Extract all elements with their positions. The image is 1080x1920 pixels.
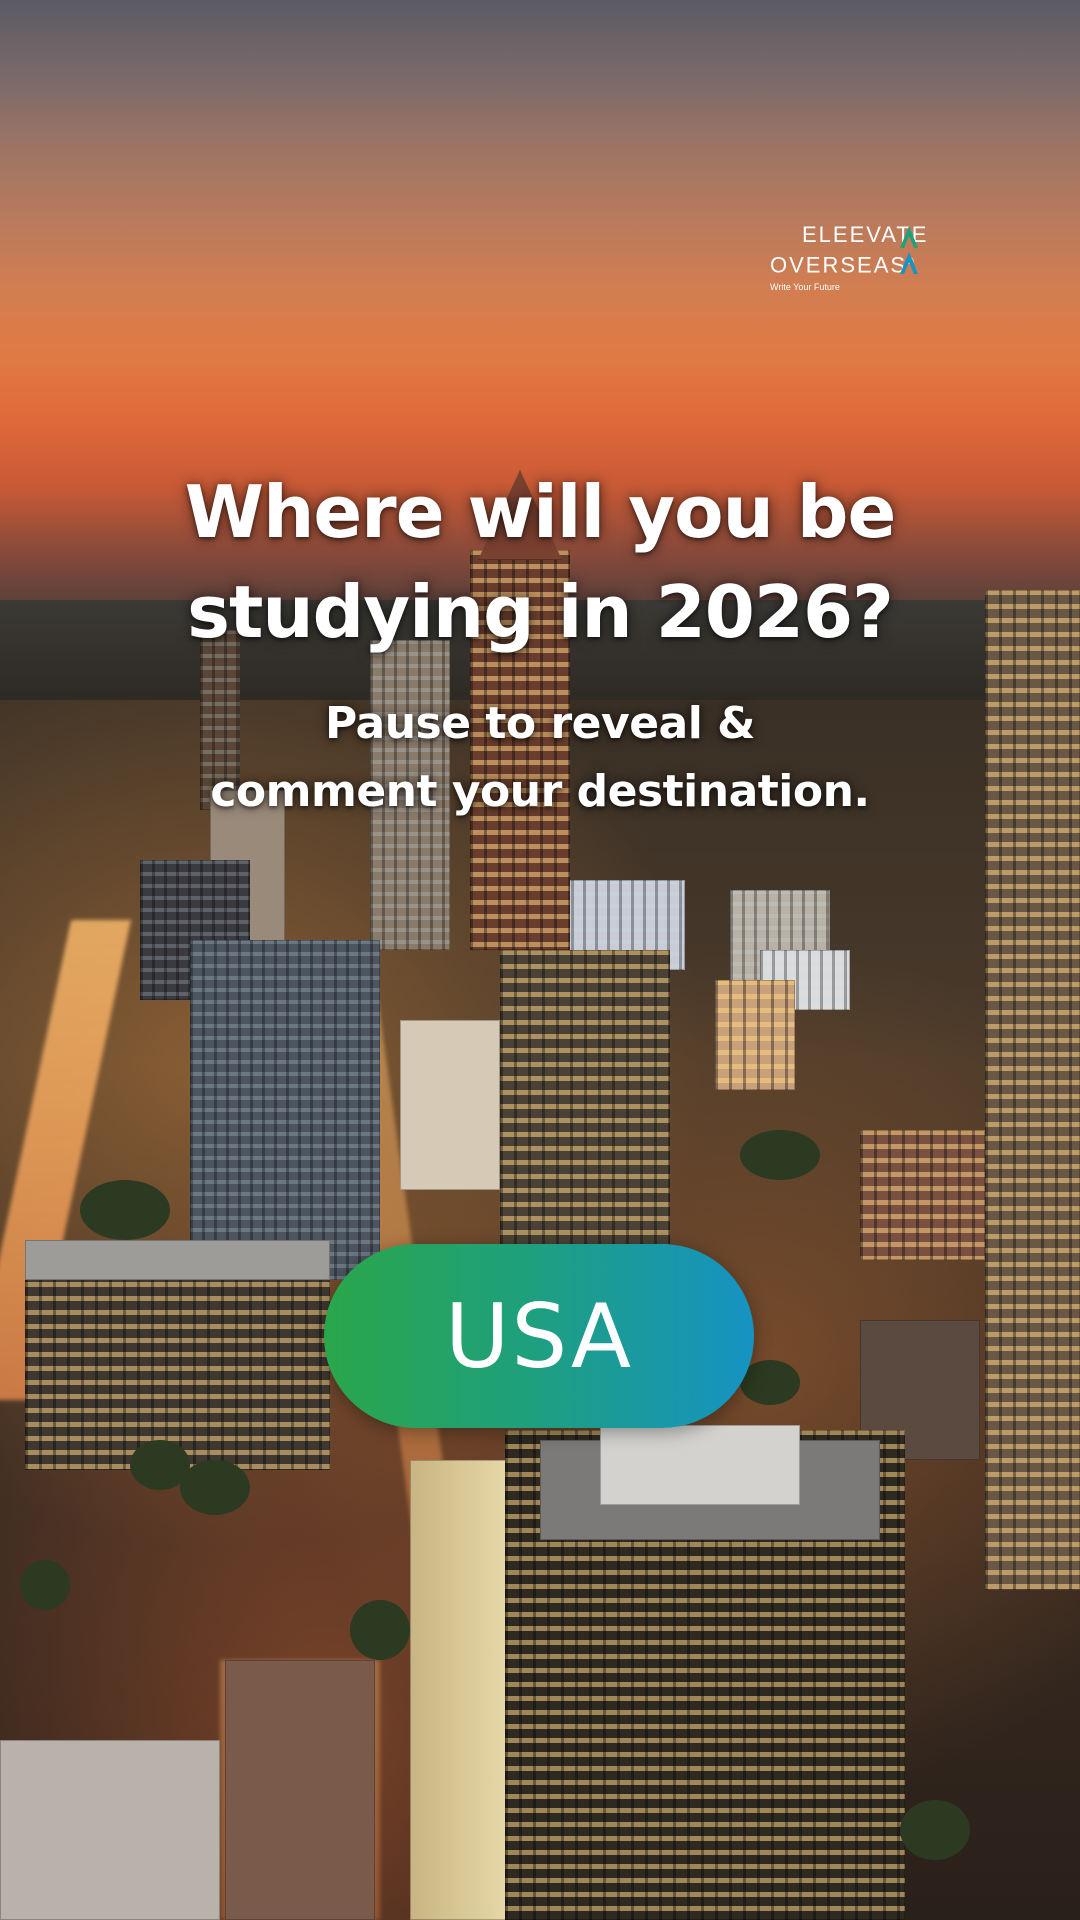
brand-name-line2: OVERSEAS® <box>770 248 950 278</box>
brand-tagline: Write Your Future <box>770 282 840 293</box>
parking-lot <box>225 1660 375 1920</box>
foreground-tower-light <box>410 1460 510 1920</box>
tree <box>350 1600 410 1660</box>
building <box>860 1130 985 1260</box>
logo-mark-icon <box>900 226 918 274</box>
rooftop-unit <box>600 1425 800 1505</box>
brand-name-line2-text: OVERSEAS <box>770 252 908 278</box>
building <box>190 940 380 1280</box>
building <box>500 950 670 1260</box>
headline: Where will you be studying in 2026? <box>0 462 1080 662</box>
tree <box>80 1180 170 1240</box>
instruction-line1: Pause to reveal & <box>324 698 756 749</box>
building <box>715 980 795 1090</box>
story-frame: ELEEVATE OVERSEAS® Write Your Future Whe… <box>0 0 1080 1920</box>
tree <box>740 1130 820 1180</box>
brand-logo: ELEEVATE OVERSEAS® Write Your Future <box>770 222 950 292</box>
destination-pill: USA <box>324 1244 754 1428</box>
instruction-line2: comment your destination. <box>210 766 870 817</box>
brand-name-line1: ELEEVATE <box>802 222 929 247</box>
tree <box>20 1560 70 1610</box>
headline-line2: studying in 2026? <box>187 570 894 654</box>
instruction-text: Pause to reveal & comment your destinati… <box>0 690 1080 826</box>
office-roof <box>25 1240 330 1280</box>
tree <box>900 1800 970 1860</box>
destination-label: USA <box>444 1284 634 1388</box>
tree <box>740 1360 800 1405</box>
parking-lot <box>0 1740 220 1920</box>
building <box>400 1020 500 1190</box>
tree <box>180 1460 250 1515</box>
headline-line1: Where will you be <box>184 470 897 554</box>
